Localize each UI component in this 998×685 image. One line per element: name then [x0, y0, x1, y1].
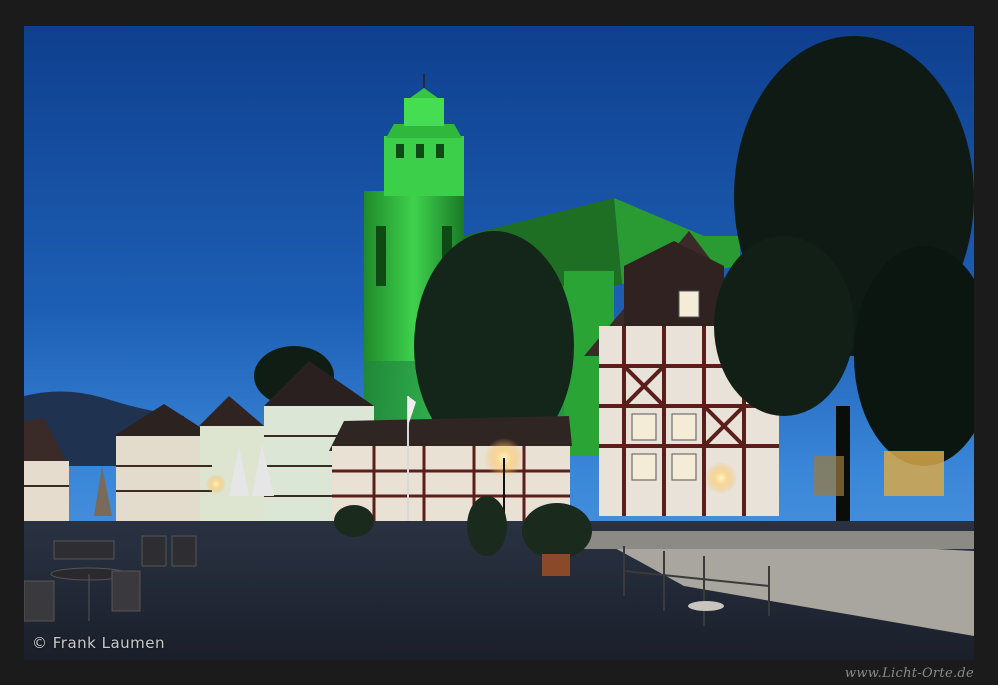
photograph: [24, 26, 974, 660]
cafe-window-lit: [884, 451, 944, 496]
planter-tree: [467, 496, 507, 556]
website-watermark: www.Licht-Orte.de: [844, 666, 974, 681]
photo-frame: © Frank Laumen: [24, 26, 974, 660]
copyright-watermark: © Frank Laumen: [32, 634, 166, 652]
